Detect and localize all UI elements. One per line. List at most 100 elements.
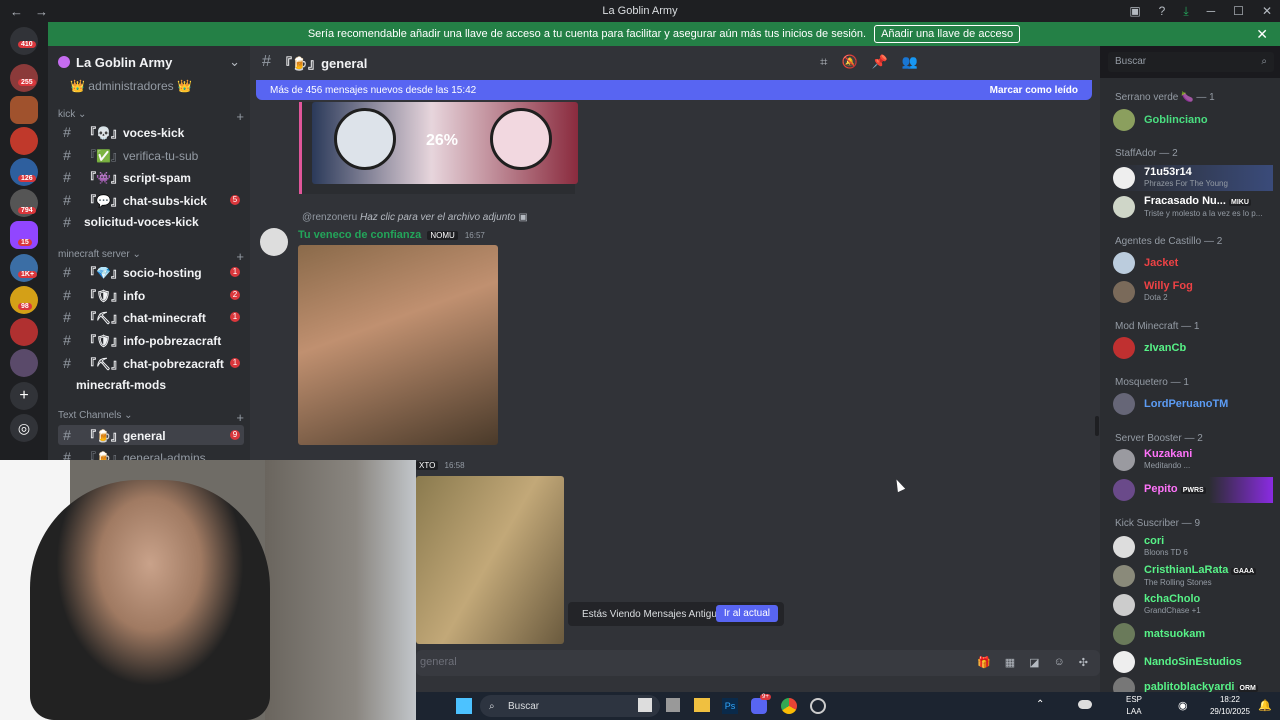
system-clock[interactable]: 18:22 29/10/2025 <box>1210 694 1250 718</box>
server-icon[interactable] <box>10 64 38 92</box>
windows-start-icon[interactable] <box>456 698 472 714</box>
app-icon[interactable] <box>666 698 680 712</box>
member-item[interactable]: Pepito PWRS <box>1113 477 1273 503</box>
member-item[interactable]: CristhianLaRata GAAA The Rolling Stones <box>1113 563 1273 589</box>
attachment-image-card[interactable]: 26% <box>299 102 578 194</box>
pin-icon[interactable]: 📌 <box>872 54 888 70</box>
language-indicator[interactable]: ESP LAA <box>1126 694 1142 718</box>
app-badge: 9+ <box>760 694 771 700</box>
task-view-icon[interactable] <box>638 698 652 712</box>
add-channel-icon[interactable]: + <box>236 410 244 425</box>
server-icon[interactable] <box>10 127 38 155</box>
apps-icon[interactable]: ✣ <box>1079 656 1088 670</box>
discord-taskbar-icon[interactable] <box>751 698 767 714</box>
channel-script-spam[interactable]: # 『👾』script-spam <box>58 167 244 187</box>
add-passkey-button[interactable]: Añadir una llave de acceso <box>874 25 1021 43</box>
threads-icon[interactable]: ⌗ <box>820 54 827 70</box>
member-item[interactable]: 71u53r14 Phrazes For The Young <box>1113 165 1273 191</box>
windows-taskbar: ⌕ Buscar Ps 9+ ⌃ ◉ ESP LAA 18:22 29/10/2… <box>416 692 1280 720</box>
server-header[interactable]: La Goblin Army ⌄ <box>48 46 250 78</box>
member-item[interactable]: LordPeruanoTM <box>1113 391 1273 417</box>
chrome-icon[interactable] <box>781 698 797 714</box>
member-item[interactable]: Jacket <box>1113 250 1273 276</box>
channel-general[interactable]: # 『🍺』general 9 <box>58 425 244 445</box>
emoji-icon[interactable]: ☺ <box>1054 656 1065 670</box>
channel-admins[interactable]: 👑 administradores 👑 <box>58 76 244 96</box>
photoshop-icon[interactable]: Ps <box>722 698 738 714</box>
discover-icon[interactable]: ◎ <box>10 414 38 442</box>
channel-voces-kick[interactable]: # 『💀』voces-kick <box>58 122 244 142</box>
jump-to-present-button[interactable]: Ir al actual <box>715 605 778 622</box>
minimize-icon[interactable]: ─ <box>1207 4 1216 18</box>
gif-icon[interactable]: ▦ <box>1005 656 1015 670</box>
category-text-channels[interactable]: Text Channels ⌄ + <box>58 410 244 425</box>
inbox-icon[interactable]: ▣ <box>1129 4 1140 18</box>
avatar-left <box>334 108 396 170</box>
member-group: Agentes de Castillo — 2 <box>1115 236 1223 247</box>
message-image-2[interactable] <box>416 476 564 644</box>
server-icon[interactable] <box>10 96 38 124</box>
channel-solicitud-voces-kick[interactable]: # solicitud-voces-kick <box>58 212 244 232</box>
language-line-2: LAA <box>1126 707 1142 716</box>
member-name-text: Fracasado Nu... <box>1144 194 1226 207</box>
new-messages-bar[interactable]: Más de 456 mensajes nuevos desde las 15:… <box>256 80 1092 100</box>
gift-icon[interactable]: 🎁 <box>977 656 991 670</box>
member-item[interactable]: kchaCholo GrandChase +1 <box>1113 592 1273 618</box>
members-icon[interactable]: 👥 <box>902 54 918 70</box>
member-item[interactable]: matsuokam <box>1113 621 1273 647</box>
scrollbar-thumb[interactable] <box>1095 416 1099 436</box>
back-icon[interactable]: ← <box>10 4 23 19</box>
member-item[interactable]: NandoSinEstudios <box>1113 649 1273 675</box>
member-item[interactable]: Goblinciano <box>1113 107 1273 133</box>
channel-info[interactable]: # 『🛡』info 2 <box>58 285 244 305</box>
notifications-icon[interactable]: 🔔 <box>1258 699 1272 712</box>
file-explorer-icon[interactable] <box>694 698 710 712</box>
channel-name: 『✅』verifica-tu-sub <box>84 148 199 163</box>
help-icon[interactable]: ? <box>1159 4 1166 18</box>
chevron-down-icon[interactable]: ⌄ <box>229 54 240 70</box>
wifi-icon[interactable]: ◉ <box>1178 699 1188 712</box>
channel-minecraft-mods[interactable]: #minecraft-mods <box>58 375 244 395</box>
channel-chat-subs-kick[interactable]: # 『💬』chat-subs-kick 5 <box>58 190 244 210</box>
search-input[interactable]: Buscar ⌕ <box>1108 52 1274 72</box>
close-window-icon[interactable]: ✕ <box>1262 4 1272 18</box>
member-group: Kick Suscriber — 9 <box>1115 518 1201 529</box>
channel-chat-pobrezacraft[interactable]: # 『⛏』chat-pobrezacraft 1 <box>58 353 244 373</box>
channel-verifica-tu-sub[interactable]: # 『✅』verifica-tu-sub <box>58 145 244 165</box>
member-name-text: pablitoblackyardi <box>1144 681 1235 693</box>
hash-icon: # <box>63 214 71 230</box>
channel-socio-hosting[interactable]: # 『💎』socio-hosting 1 <box>58 262 244 282</box>
member-item[interactable]: cori Bloons TD 6 <box>1113 534 1273 560</box>
reply-user[interactable]: @renzoneru <box>302 212 357 223</box>
download-icon[interactable]: ⤓ <box>1183 4 1188 19</box>
tray-chevron-icon[interactable]: ⌃ <box>1036 699 1044 710</box>
member-name: matsuokam <box>1144 627 1206 640</box>
forward-icon[interactable]: → <box>35 4 48 19</box>
clock-date: 29/10/2025 <box>1209 707 1250 716</box>
onedrive-icon[interactable] <box>1078 700 1092 709</box>
message-author[interactable]: Tu veneco de confianza <box>298 229 421 241</box>
member-item[interactable]: Fracasado Nu... MIKU Triste y molesto a l… <box>1113 194 1273 220</box>
server-icon[interactable] <box>10 349 38 377</box>
add-server-icon[interactable]: + <box>10 382 38 410</box>
reply-preview[interactable]: @renzoneru Haz clic para ver el archivo … <box>302 212 528 223</box>
member-item[interactable]: zIvanCb <box>1113 335 1273 361</box>
message-composer[interactable]: general 🎁 ▦ ◪ ☺ ✣ <box>416 650 1100 676</box>
member-item[interactable]: Willy Fog Dota 2 <box>1113 279 1273 305</box>
server-icon[interactable] <box>10 318 38 346</box>
close-icon[interactable]: ✕ <box>1256 26 1268 43</box>
maximize-icon[interactable]: ☐ <box>1233 4 1244 18</box>
avatar <box>1113 196 1135 218</box>
message-image[interactable] <box>298 245 498 445</box>
member-item[interactable]: pablitoblackyardi ORM <box>1113 675 1273 692</box>
taskbar-search[interactable]: ⌕ Buscar <box>480 695 660 717</box>
hash-icon: # <box>262 53 271 70</box>
channel-info-pobrezacraft[interactable]: # 『🛡』info-pobrezacraft <box>58 330 244 350</box>
channel-chat-minecraft[interactable]: # 『⛏』chat-minecraft 1 <box>58 307 244 327</box>
mark-read-button[interactable]: Marcar como leído <box>990 85 1078 96</box>
sticker-icon[interactable]: ◪ <box>1029 656 1039 670</box>
avatar[interactable] <box>260 228 288 256</box>
member-item[interactable]: Kuzakani Meditando ... <box>1113 447 1273 473</box>
mute-bell-icon[interactable]: 🔕 <box>841 54 857 70</box>
app-icon[interactable] <box>810 698 826 714</box>
